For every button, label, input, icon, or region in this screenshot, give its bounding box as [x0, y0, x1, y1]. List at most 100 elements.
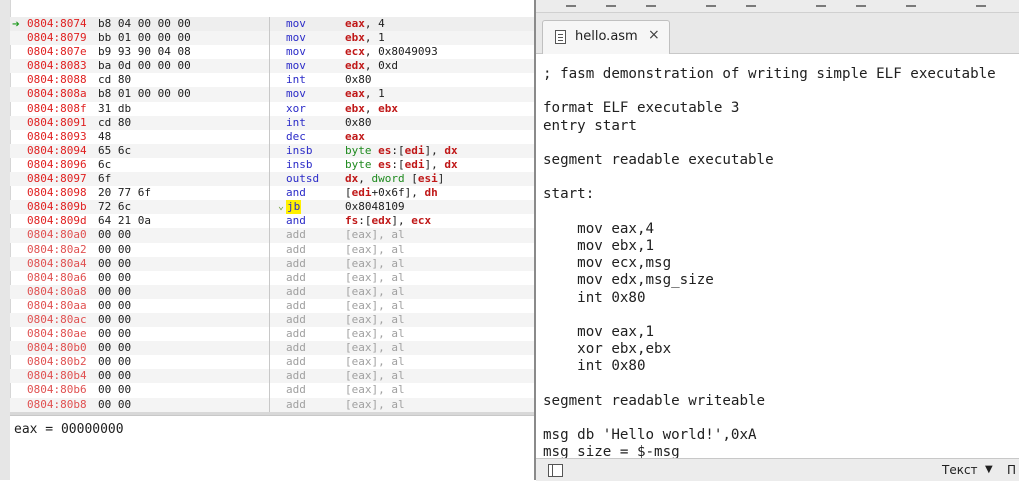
code-editor[interactable]: ; fasm demonstration of writing simple E…	[536, 54, 1019, 458]
language-selector[interactable]: Текст	[942, 463, 978, 477]
instruction-bytes: 00 00	[98, 312, 132, 326]
instruction-operands: [eax], al	[345, 369, 405, 383]
disasm-row[interactable]: 0804:808f 31 db xor ebx, ebx	[10, 101, 534, 116]
instruction-address: 0804:80a0	[27, 228, 87, 242]
instruction-mnemonic: add	[286, 228, 306, 242]
operand-text: +0x6f],	[371, 186, 425, 200]
disasm-row[interactable]: 0804:80a0 00 00 add [eax], al	[10, 228, 534, 243]
disasm-row[interactable]: 0804:80b4 00 00 add [eax], al	[10, 369, 534, 384]
disasm-row[interactable]: 0804:80b0 00 00 add [eax], al	[10, 341, 534, 356]
disasm-row[interactable]: 0804:80a4 00 00 add [eax], al	[10, 256, 534, 271]
disasm-row[interactable]: 0804:807e b9 93 90 04 08 mov ecx, 0x8049093	[10, 45, 534, 60]
disasm-row[interactable]: 0804:8094 65 6c insb byte es:[edi], dx	[10, 143, 534, 158]
instruction-mnemonic: mov	[286, 87, 306, 101]
instruction-operands: [eax], al	[345, 243, 405, 257]
instruction-address: 0804:8097	[27, 172, 87, 186]
instruction-mnemonic: add	[286, 397, 306, 411]
instruction-operands: [eax], al	[345, 355, 405, 369]
document-icon	[555, 30, 566, 44]
operand-text: [eax], al	[345, 312, 405, 326]
instruction-operands: byte es:[edi], dx	[345, 158, 458, 172]
instruction-bytes: b9 93 90 04 08	[98, 45, 191, 59]
instruction-operands: [eax], al	[345, 285, 405, 299]
disasm-row[interactable]: 0804:80ae 00 00 add [eax], al	[10, 327, 534, 342]
operand-text: ],	[391, 214, 412, 228]
disasm-row[interactable]: 0804:80b2 00 00 add [eax], al	[10, 355, 534, 370]
toolbar-icon[interactable]	[706, 0, 716, 7]
column-separator	[269, 327, 270, 342]
editor-toolbar	[536, 0, 1019, 13]
toolbar-icon[interactable]	[606, 0, 616, 7]
operand-text: ,	[358, 172, 372, 186]
disasm-row[interactable]: 0804:8088 cd 80 int 0x80	[10, 73, 534, 88]
operand-text: , 0x8049093	[364, 45, 438, 59]
instruction-operands: [eax], al	[345, 383, 405, 397]
disasm-row[interactable]: 0804:808a b8 01 00 00 00 mov eax, 1	[10, 87, 534, 102]
instruction-operands: [eax], al	[345, 271, 405, 285]
instruction-address: 0804:8096	[27, 157, 87, 171]
toolbar-icon[interactable]	[816, 0, 826, 7]
code-line: mov eax,1	[543, 324, 655, 340]
toolbar-icon[interactable]	[746, 0, 756, 7]
disasm-row[interactable]: 0804:80aa 00 00 add [eax], al	[10, 298, 534, 313]
code-line: format ELF executable 3	[543, 100, 740, 117]
register-pane[interactable]: eax = 00000000	[10, 415, 534, 481]
instruction-mnemonic: mov	[286, 45, 306, 59]
instruction-mnemonic: and	[286, 186, 306, 200]
disasm-row[interactable]: 0804:8097 6f outsd dx, dword [esi]	[10, 172, 534, 187]
column-separator	[269, 312, 270, 328]
disasm-row[interactable]: 0804:80a6 00 00 add [eax], al	[10, 270, 534, 285]
close-icon[interactable]: ×	[648, 27, 660, 43]
instruction-address: 0804:80b2	[27, 355, 87, 369]
instruction-mnemonic: add	[286, 369, 306, 383]
instruction-address: 0804:80a8	[27, 284, 87, 298]
current-instruction-arrow-icon: ➔	[12, 17, 20, 32]
operand-text: byte	[345, 143, 379, 157]
register-operand: ecx	[345, 45, 365, 59]
instruction-bytes: 00 00	[98, 256, 132, 270]
disasm-row[interactable]: 0804:8079 bb 01 00 00 00 mov ebx, 1	[10, 31, 534, 46]
register-value-eax: eax = 00000000	[14, 422, 124, 437]
disasm-row[interactable]: 0804:809b 72 6c ⌄ jb 0x8048109	[10, 200, 534, 215]
register-operand: dx	[345, 172, 359, 186]
instruction-address: 0804:80b0	[27, 341, 87, 355]
toolbar-icon[interactable]	[646, 0, 656, 7]
code-line: mov edx,msg_size	[543, 272, 714, 289]
disassembly-view[interactable]: ➔ 0804:8074 b8 04 00 00 00 mov eax, 4 0804:80…	[10, 17, 534, 412]
disasm-row[interactable]: 0804:8093 48 dec eax	[10, 129, 534, 144]
disasm-row[interactable]: ➔ 0804:8074 b8 04 00 00 00 mov eax, 4	[10, 17, 534, 32]
toolbar-icon[interactable]	[976, 0, 986, 7]
operand-text: [eax], al	[345, 270, 405, 284]
disasm-row[interactable]: 0804:8083 ba 0d 00 00 00 mov edx, 0xd	[10, 59, 534, 74]
column-separator	[269, 172, 270, 187]
tab-hello-asm[interactable]: hello.asm ×	[542, 20, 670, 54]
instruction-address: 0804:809d	[27, 214, 87, 228]
toolbar-icon[interactable]	[856, 0, 866, 7]
column-separator	[269, 45, 270, 60]
disasm-row[interactable]: 0804:8091 cd 80 int 0x80	[10, 115, 534, 130]
chevron-down-icon[interactable]: ▼	[985, 464, 993, 475]
disasm-row[interactable]: 0804:80b6 00 00 add [eax], al	[10, 383, 534, 398]
operand-text: :[	[358, 214, 372, 228]
instruction-mnemonic: add	[286, 298, 306, 312]
instruction-operands: [eax], al	[345, 341, 405, 355]
disasm-row[interactable]: 0804:8096 6c insb byte es:[edi], dx	[10, 157, 534, 173]
side-panel-toggle-icon[interactable]	[548, 464, 563, 477]
instruction-address: 0804:808f	[27, 101, 87, 115]
register-operand: ebx	[345, 31, 365, 45]
disasm-row[interactable]: 0804:80a2 00 00 add [eax], al	[10, 242, 534, 257]
disasm-row[interactable]: 0804:8098 20 77 6f and [edi+0x6f], dh	[10, 186, 534, 201]
toolbar-icon[interactable]	[906, 0, 916, 7]
operand-text: , 1	[364, 31, 385, 45]
instruction-operands: dx, dword [esi]	[345, 172, 444, 186]
status-bar-item[interactable]: П	[1007, 463, 1016, 477]
toolbar-icon[interactable]	[566, 0, 576, 7]
instruction-bytes: 20 77 6f	[98, 186, 151, 200]
tab-label: hello.asm	[575, 29, 638, 44]
operand-text: 0x80	[345, 115, 372, 129]
disasm-row[interactable]: 0804:80b8 00 00 add [eax], al	[10, 397, 534, 412]
code-line: msg_size = $-msg	[543, 444, 680, 458]
disasm-row[interactable]: 0804:809d 64 21 0a and fs:[edx], ecx	[10, 214, 534, 229]
disasm-row[interactable]: 0804:80ac 00 00 add [eax], al	[10, 312, 534, 328]
disasm-row[interactable]: 0804:80a8 00 00 add [eax], al	[10, 284, 534, 299]
